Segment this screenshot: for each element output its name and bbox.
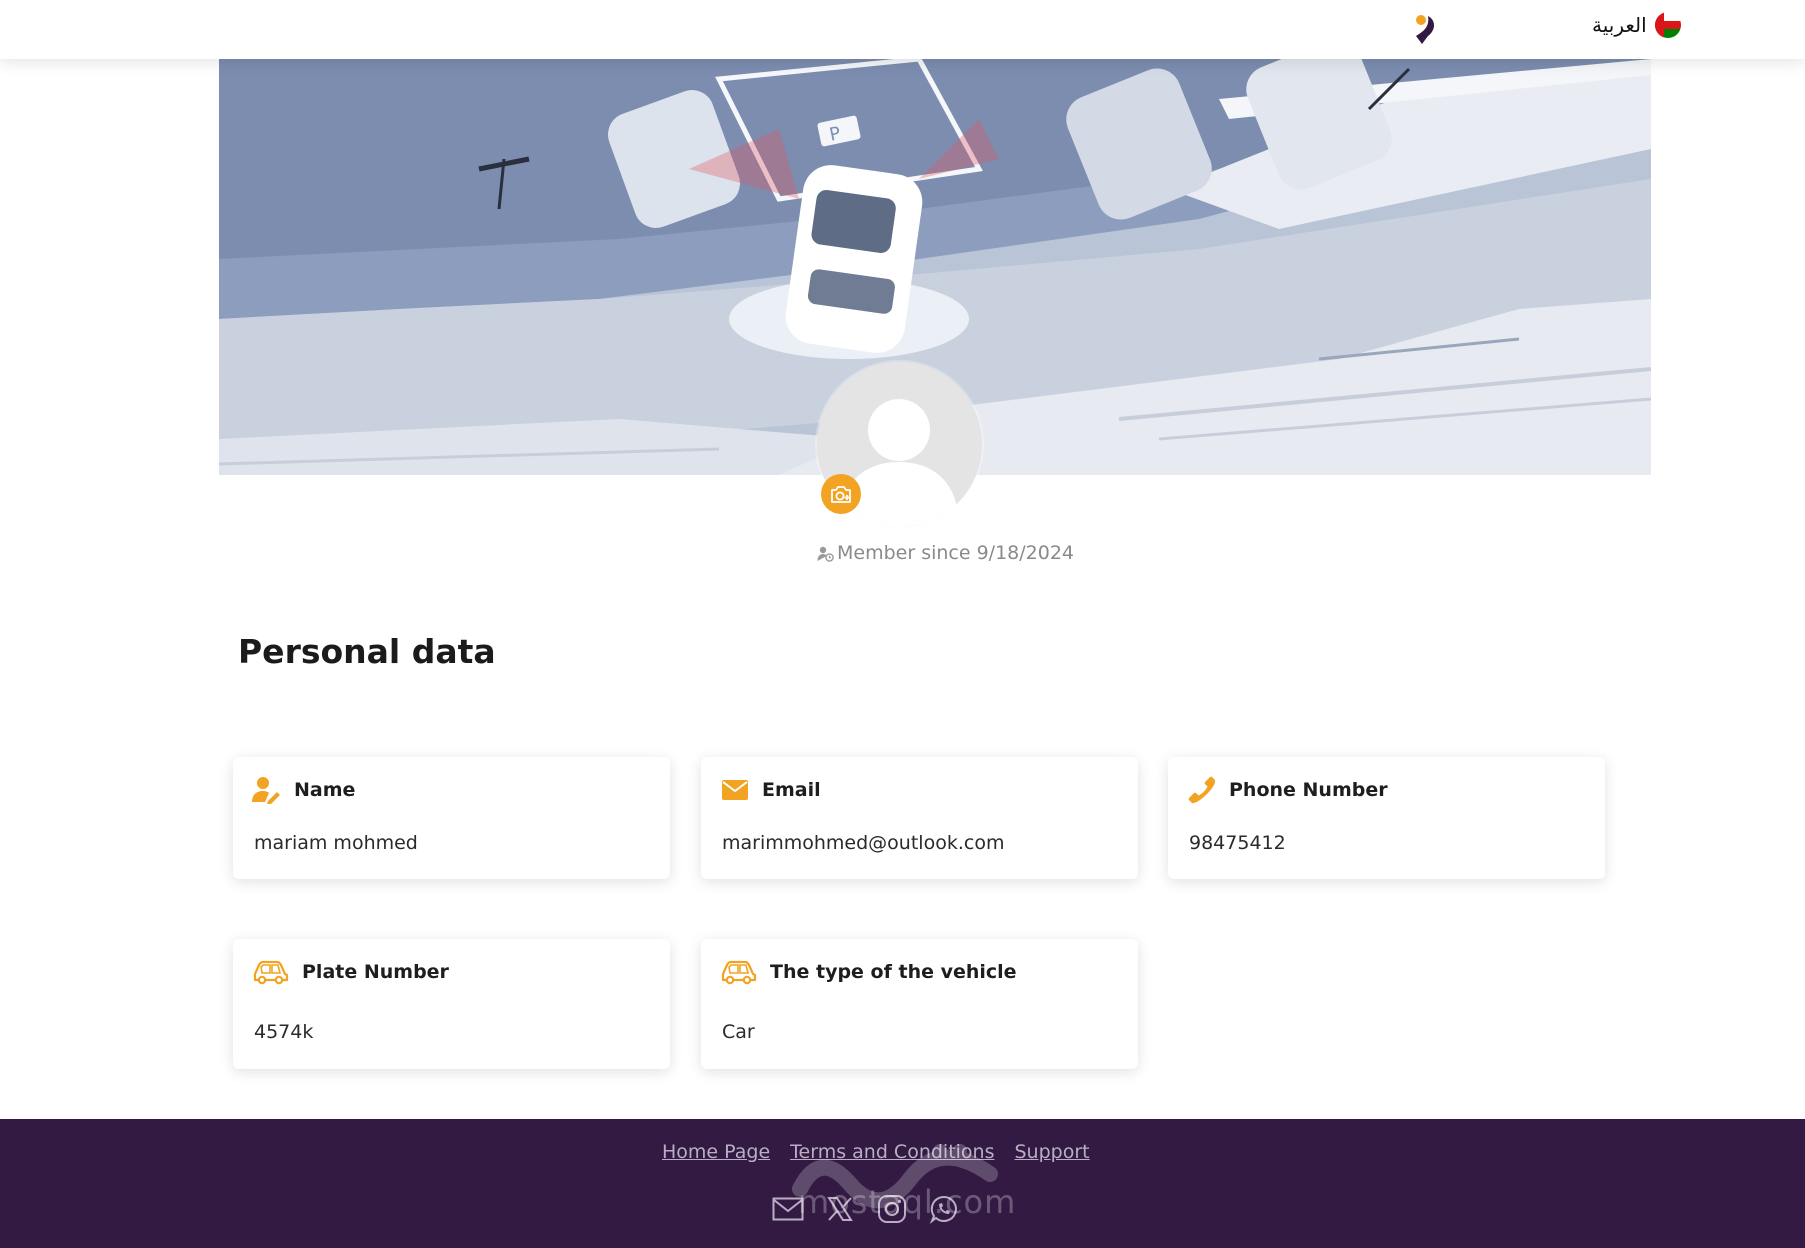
name-card-label: Name [294,779,356,801]
brand-logo-icon[interactable] [1408,8,1438,48]
phone-icon [1187,775,1217,805]
car-icon [720,957,758,987]
language-label: العربية [1592,13,1647,37]
footer-link-terms[interactable]: Terms and Conditions [790,1141,994,1163]
phone-card-value: 98475412 [1189,832,1286,854]
phone-card: Phone Number 98475412 [1168,757,1605,879]
footer-links: Home Page Terms and Conditions Support [662,1141,1090,1163]
vehicle-type-label: The type of the vehicle [770,961,1017,983]
envelope-icon [720,775,750,805]
section-title: Personal data [238,632,496,671]
footer-link-home[interactable]: Home Page [662,1141,770,1163]
phone-card-label: Phone Number [1229,779,1388,801]
oman-flag-icon [1654,12,1681,38]
name-card-value: mariam mohmed [254,832,418,854]
plate-number-label: Plate Number [302,961,449,983]
top-header: العربية [0,0,1805,59]
plate-number-card: Plate Number 4574k [233,939,670,1069]
vehicle-type-card: The type of the vehicle Car [701,939,1138,1069]
footer: Home Page Terms and Conditions Support m… [0,1119,1805,1248]
email-card-value: marimmohmed@outlook.com [722,832,1005,854]
language-switch[interactable]: العربية [1592,10,1681,40]
member-since: Member since 9/18/2024 [817,540,1074,566]
watermark-text: mostaql.com [798,1183,1017,1221]
change-photo-button[interactable] [821,474,861,514]
name-card: Name mariam mohmed [233,757,670,879]
camera-plus-icon [831,486,851,503]
plate-number-value: 4574k [254,1021,314,1043]
vehicle-type-value: Car [722,1021,755,1043]
user-edit-icon [252,775,282,805]
user-clock-icon [817,546,834,562]
email-card: Email marimmohmed@outlook.com [701,757,1138,879]
car-icon [252,957,290,987]
footer-link-support[interactable]: Support [1015,1141,1090,1163]
member-since-text: Member since 9/18/2024 [837,542,1075,564]
email-card-label: Email [762,779,821,801]
